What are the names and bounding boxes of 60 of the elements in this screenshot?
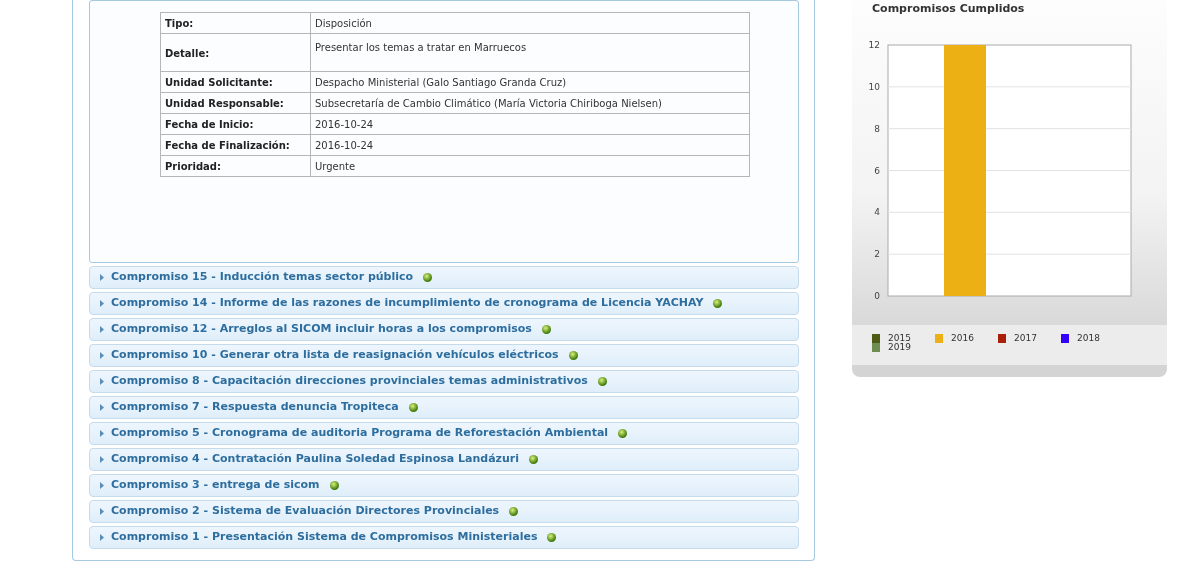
- field-label: Unidad Responsable:: [160, 92, 311, 114]
- status-ball-icon: [547, 533, 557, 542]
- status-ball-icon: [529, 455, 538, 464]
- accordion-header[interactable]: Compromiso 2 - Sistema de Evaluación Directores Provinciales: [89, 500, 799, 523]
- field-value: 2016-10-24: [310, 113, 750, 135]
- field-label: Prioridad:: [160, 155, 311, 177]
- accordion-header[interactable]: Compromiso 8 - Capacitación direcciones provinciales temas administrativos: [89, 370, 799, 393]
- status-ball-icon: [541, 325, 551, 334]
- status-ball-icon: [713, 299, 723, 308]
- caret-icon: [100, 274, 105, 281]
- y-tick-label: 10: [868, 81, 880, 92]
- accordion-header[interactable]: Compromiso 14 - Informe de las razones de incumplimiento de cronograma de Licencia YACHAY: [89, 292, 799, 315]
- y-tick-label: 8: [874, 123, 880, 134]
- y-tick-label: 0: [874, 291, 880, 301]
- y-tick-label: 12: [868, 40, 880, 50]
- chart-title: Compromisos Cumplidos: [871, 1, 1026, 17]
- accordion-header[interactable]: Compromiso 12 - Arreglos al SICOM incluir horas a los compromisos: [89, 318, 799, 341]
- status-ball-icon: [423, 273, 433, 282]
- legend-label: 2017: [1014, 334, 1037, 343]
- status-ball-icon: [509, 507, 519, 516]
- field-label: Unidad Solicitante:: [160, 71, 311, 93]
- legend-label: 2019: [888, 343, 911, 352]
- field-value: Disposición: [310, 12, 750, 34]
- field-value: Presentar los temas a tratar en Marruecos: [310, 33, 750, 72]
- accordion-header[interactable]: Compromiso 4 - Contratación Paulina Soledad Espinosa Landázuri: [89, 448, 799, 471]
- field-label: Detalle:: [160, 33, 311, 72]
- field-value: Despacho Ministerial (Galo Santiago Granda Cruz): [310, 71, 750, 93]
- legend-label: 2015: [888, 334, 911, 343]
- status-ball-icon: [408, 403, 418, 412]
- field-value: Urgente: [310, 155, 750, 177]
- caret-icon: [100, 326, 105, 333]
- field-value: Subsecretaría de Cambio Climático (María Victoria Chiriboga Nielsen): [310, 92, 750, 114]
- caret-icon: [100, 456, 105, 463]
- accordion-header[interactable]: Compromiso 5 - Cronograma de auditoria Programa de Reforestación Ambiental: [89, 422, 799, 445]
- caret-icon: [100, 534, 105, 541]
- status-ball-icon: [597, 377, 607, 386]
- caret-icon: [100, 300, 105, 307]
- status-ball-icon: [568, 351, 578, 360]
- y-tick-label: 4: [874, 207, 880, 218]
- caret-icon: [100, 404, 105, 411]
- status-ball-icon: [329, 481, 339, 490]
- caret-icon: [100, 430, 105, 437]
- legend-label: 2018: [1077, 334, 1100, 343]
- accordion-header[interactable]: Compromiso 15 - Inducción temas sector público: [89, 266, 799, 289]
- y-tick-label: 6: [874, 165, 880, 176]
- field-label: Fecha de Finalización:: [160, 134, 311, 156]
- accordion-header[interactable]: Compromiso 7 - Respuesta denuncia Tropiteca: [89, 396, 799, 419]
- field-label: Fecha de Inicio:: [160, 113, 311, 135]
- legend-label: 2016: [951, 334, 974, 343]
- caret-icon: [100, 352, 105, 359]
- caret-icon: [100, 482, 105, 489]
- y-tick-label: 2: [874, 249, 880, 260]
- caret-icon: [100, 508, 105, 515]
- field-label: Tipo:: [160, 12, 311, 34]
- caret-icon: [100, 378, 105, 385]
- accordion-header[interactable]: Compromiso 10 - Generar otra lista de reasignación vehículos eléctricos: [89, 344, 799, 367]
- field-value: 2016-10-24: [310, 134, 750, 156]
- status-ball-icon: [618, 429, 628, 438]
- accordion-header[interactable]: Compromiso 1 - Presentación Sistema de Compromisos Ministeriales: [89, 526, 799, 549]
- accordion-header[interactable]: Compromiso 3 - entrega de sicom: [89, 474, 799, 497]
